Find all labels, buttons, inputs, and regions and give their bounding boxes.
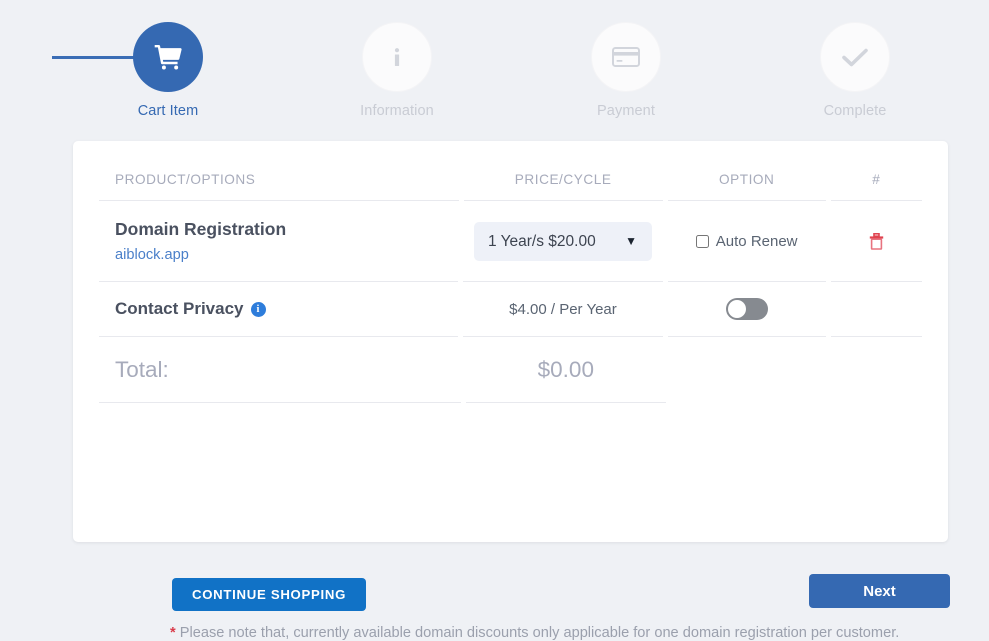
privacy-price: $4.00 / Per Year xyxy=(509,300,617,318)
stepper-step-complete[interactable]: Complete xyxy=(775,22,935,119)
cart-card: PRODUCT/OPTIONS PRICE/CYCLE OPTION # Dom… xyxy=(73,141,948,641)
stepper-step-information[interactable]: Information xyxy=(317,22,477,119)
total-option-cell xyxy=(671,337,830,403)
column-header-hash: # xyxy=(830,172,922,201)
delete-item-button[interactable] xyxy=(869,232,884,250)
next-button[interactable]: Next xyxy=(809,574,950,608)
stepper-label-cart-item: Cart Item xyxy=(137,103,199,119)
stepper-circle-payment xyxy=(591,22,661,92)
auto-renew-checkbox[interactable] xyxy=(695,234,709,248)
privacy-name: Contact Privacy xyxy=(115,299,244,318)
check-icon xyxy=(842,48,868,67)
stepper-circle-information xyxy=(362,22,432,92)
cart-table-header: PRODUCT/OPTIONS PRICE/CYCLE OPTION # xyxy=(99,172,922,201)
stepper-circle-cart-item xyxy=(133,22,203,92)
switch-knob xyxy=(727,300,746,318)
privacy-name-wrap: Contact Privacy i xyxy=(99,299,458,319)
total-label-cell: Total: xyxy=(99,337,461,403)
privacy-product-cell: Contact Privacy i xyxy=(99,282,459,337)
domain-price-cell: 1 Year/s $20.00 ▼ xyxy=(463,201,663,282)
stepper-label-payment: Payment xyxy=(597,103,655,119)
total-value: $0.00 xyxy=(537,356,594,382)
discount-note: * Please note that, currently available … xyxy=(170,625,899,641)
info-circle-icon[interactable]: i xyxy=(250,301,266,317)
note-text: Please note that, currently available do… xyxy=(179,625,900,641)
privacy-hash-cell xyxy=(830,282,922,337)
stepper-label-complete: Complete xyxy=(823,103,887,119)
domain-product-cell: Domain Registration aiblock.app xyxy=(99,201,459,282)
total-value-cell: $0.00 xyxy=(465,337,667,403)
info-icon xyxy=(394,48,400,66)
billing-cycle-select[interactable]: 1 Year/s $20.00 xyxy=(473,221,652,261)
stepper-step-cart-item[interactable]: Cart Item xyxy=(88,22,248,119)
billing-cycle-select-wrapper: 1 Year/s $20.00 ▼ xyxy=(473,221,652,261)
auto-renew-toggle[interactable]: Auto Renew xyxy=(695,232,798,250)
column-header-option: OPTION xyxy=(667,172,826,201)
contact-privacy-switch[interactable] xyxy=(725,298,768,320)
product-name: Domain Registration xyxy=(115,219,287,240)
auto-renew-label: Auto Renew xyxy=(715,232,798,250)
table-row: Domain Registration aiblock.app 1 Year/s… xyxy=(99,201,922,282)
cart-table: PRODUCT/OPTIONS PRICE/CYCLE OPTION # Dom… xyxy=(99,172,922,403)
checkout-stepper: Cart Item Information Payment Complete xyxy=(0,0,989,130)
stepper-step-payment[interactable]: Payment xyxy=(546,22,706,119)
total-row: Total: $0.00 xyxy=(99,337,922,403)
continue-shopping-button[interactable]: CONTINUE SHOPPING xyxy=(172,578,367,611)
column-header-price: PRICE/CYCLE xyxy=(463,172,663,201)
stepper-label-information: Information xyxy=(360,103,434,119)
stepper-circle-complete xyxy=(820,22,890,92)
domain-delete-cell xyxy=(830,201,922,282)
privacy-price-cell: $4.00 / Per Year xyxy=(463,282,663,337)
total-hash-cell xyxy=(830,337,922,403)
credit-card-icon xyxy=(612,47,640,67)
total-label: Total: xyxy=(115,356,169,382)
domain-link[interactable]: aiblock.app xyxy=(99,247,458,263)
note-asterisk: * xyxy=(170,625,176,641)
table-row: Contact Privacy i $4.00 / Per Year xyxy=(99,282,922,337)
trash-icon xyxy=(869,232,884,250)
shopping-cart-icon xyxy=(154,44,182,70)
privacy-option-cell xyxy=(667,282,826,337)
column-header-product: PRODUCT/OPTIONS xyxy=(99,172,459,201)
domain-option-cell: Auto Renew xyxy=(667,201,826,282)
